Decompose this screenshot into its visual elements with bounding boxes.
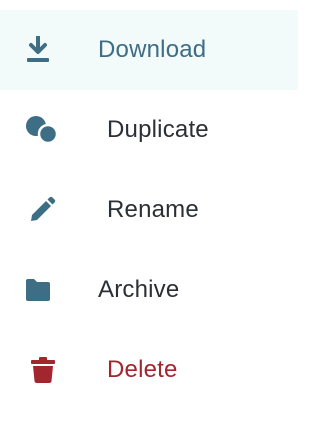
- folder-icon: [25, 278, 51, 302]
- menu-item-rename[interactable]: Rename: [0, 170, 298, 250]
- menu-item-label: Duplicate: [107, 116, 209, 143]
- menu-item-label: Download: [98, 36, 207, 63]
- duplicate-icon: [25, 115, 59, 145]
- menu-item-label: Delete: [107, 356, 178, 383]
- menu-item-download[interactable]: Download: [0, 10, 298, 90]
- menu-item-duplicate[interactable]: Duplicate: [0, 90, 298, 170]
- menu-item-label: Rename: [107, 196, 199, 223]
- context-menu: Download Duplicate Rename Archive Delete: [0, 0, 298, 422]
- pencil-icon: [28, 196, 56, 224]
- menu-item-label: Archive: [98, 276, 180, 303]
- download-icon: [25, 35, 51, 64]
- menu-item-delete[interactable]: Delete: [0, 330, 298, 410]
- menu-item-archive[interactable]: Archive: [0, 250, 298, 330]
- trash-icon: [31, 356, 55, 384]
